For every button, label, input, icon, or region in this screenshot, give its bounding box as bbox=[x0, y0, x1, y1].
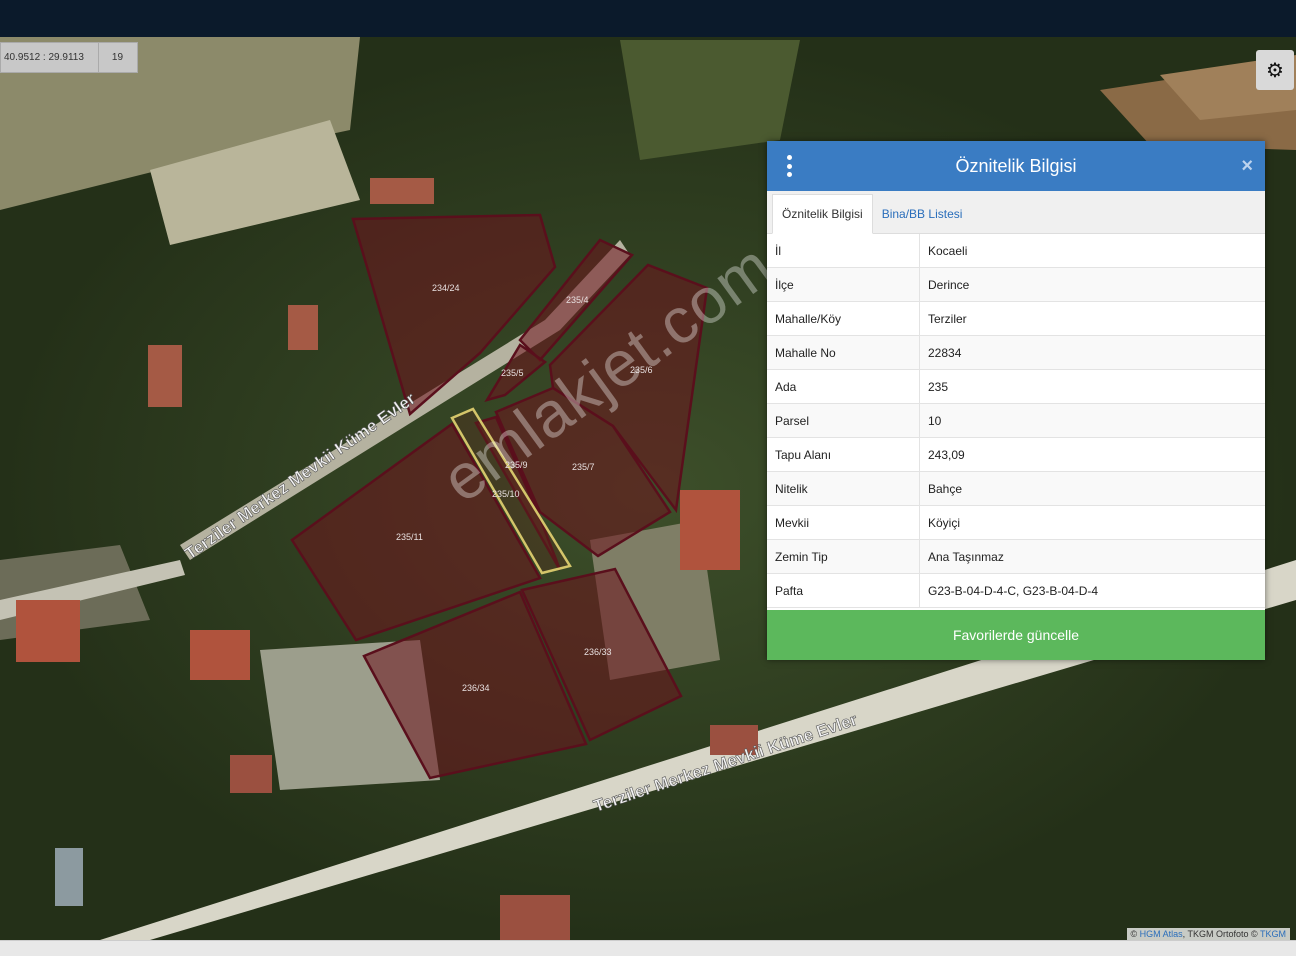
attribute-row: Mahalle No 22834 bbox=[767, 335, 1265, 370]
attribute-key: İlçe bbox=[767, 267, 920, 302]
parcel-label: 236/34 bbox=[462, 683, 490, 693]
attribute-key: Ada bbox=[767, 369, 920, 404]
building bbox=[16, 600, 80, 662]
building bbox=[500, 895, 570, 940]
attribute-key: Nitelik bbox=[767, 471, 920, 506]
tkgm-link[interactable]: TKGM bbox=[1260, 929, 1286, 939]
attribute-value: 235 bbox=[919, 369, 1265, 404]
attribute-row: Nitelik Bahçe bbox=[767, 471, 1265, 506]
panel-title: Öznitelik Bilgisi bbox=[955, 155, 1077, 176]
building bbox=[288, 305, 318, 350]
attribute-value: Kocaeli bbox=[919, 234, 1265, 268]
building bbox=[230, 755, 272, 793]
attribute-key: Zemin Tip bbox=[767, 539, 920, 574]
hgm-atlas-link[interactable]: HGM Atlas bbox=[1140, 929, 1183, 939]
attribute-key: Mahalle/Köy bbox=[767, 301, 920, 336]
attribute-row: Mahalle/Köy Terziler bbox=[767, 301, 1265, 336]
attribute-key: Mahalle No bbox=[767, 335, 920, 370]
attribute-value: Köyiçi bbox=[919, 505, 1265, 540]
parcel-label: 235/7 bbox=[572, 462, 595, 472]
attribute-value: 22834 bbox=[919, 335, 1265, 370]
zoom-level: 19 bbox=[97, 43, 137, 72]
building bbox=[370, 178, 434, 204]
coordinate-display: 40.9512 : 29.9113 19 bbox=[0, 42, 139, 73]
gear-icon: ⚙ bbox=[1266, 59, 1284, 82]
building bbox=[190, 630, 250, 680]
vertical-dots-icon[interactable] bbox=[785, 155, 793, 177]
building bbox=[680, 490, 740, 570]
parcel-label: 236/33 bbox=[584, 647, 612, 657]
attribution-text: , TKGM Ortofoto © bbox=[1182, 929, 1258, 939]
building bbox=[148, 345, 182, 407]
attribute-row: Mevkii Köyiçi bbox=[767, 505, 1265, 540]
attribute-row: Zemin Tip Ana Taşınmaz bbox=[767, 539, 1265, 574]
attribute-value: 10 bbox=[919, 403, 1265, 438]
map-attribution: © HGM Atlas, TKGM Ortofoto © TKGM bbox=[1126, 928, 1290, 940]
attribute-row: Parsel 10 bbox=[767, 403, 1265, 438]
attribute-value: 243,09 bbox=[919, 437, 1265, 472]
settings-button[interactable]: ⚙ bbox=[1256, 50, 1294, 90]
attribute-value: Ana Taşınmaz bbox=[919, 539, 1265, 574]
tab-attribute-info[interactable]: Öznitelik Bilgisi bbox=[772, 194, 873, 234]
attribute-key: Pafta bbox=[767, 573, 920, 608]
tab-building-list[interactable]: Bina/BB Listesi bbox=[873, 195, 972, 233]
top-bar bbox=[0, 0, 1296, 37]
building bbox=[55, 848, 83, 906]
parcel-label: 235/5 bbox=[501, 368, 524, 378]
attribute-key: Parsel bbox=[767, 403, 920, 438]
attribute-row: İl Kocaeli bbox=[767, 234, 1265, 268]
attribute-value: Derince bbox=[919, 267, 1265, 302]
attribute-panel: Öznitelik Bilgisi × Öznitelik Bilgisi Bi… bbox=[767, 141, 1265, 660]
panel-header: Öznitelik Bilgisi × bbox=[767, 141, 1265, 191]
attribute-key: Tapu Alanı bbox=[767, 437, 920, 472]
attribute-value: G23-B-04-D-4-C, G23-B-04-D-4 bbox=[919, 573, 1265, 608]
attribute-row: Tapu Alanı 243,09 bbox=[767, 437, 1265, 472]
attribute-row: İlçe Derince bbox=[767, 267, 1265, 302]
bottom-scrollbar[interactable] bbox=[0, 940, 1296, 956]
coordinate-readout: 40.9512 : 29.9113 bbox=[4, 52, 84, 63]
attribute-key: İl bbox=[767, 234, 920, 268]
update-favorites-button[interactable]: Favorilerde güncelle bbox=[767, 610, 1265, 660]
parcel-label: 235/11 bbox=[396, 532, 423, 542]
attribute-table: İl Kocaeli İlçe Derince Mahalle/Köy Terziler M… bbox=[767, 234, 1265, 608]
parcel-label: 235/4 bbox=[566, 295, 589, 305]
close-icon[interactable]: × bbox=[1241, 155, 1253, 178]
attribute-row: Pafta G23-B-04-D-4-C, G23-B-04-D-4 bbox=[767, 573, 1265, 608]
attribute-value: Bahçe bbox=[919, 471, 1265, 506]
attribute-row: Ada 235 bbox=[767, 369, 1265, 404]
attribute-value: Terziler bbox=[919, 301, 1265, 336]
panel-tabs: Öznitelik Bilgisi Bina/BB Listesi bbox=[767, 191, 1265, 234]
parcel-label: 234/24 bbox=[432, 283, 460, 293]
attribute-key: Mevkii bbox=[767, 505, 920, 540]
attribution-prefix: © bbox=[1130, 929, 1138, 939]
